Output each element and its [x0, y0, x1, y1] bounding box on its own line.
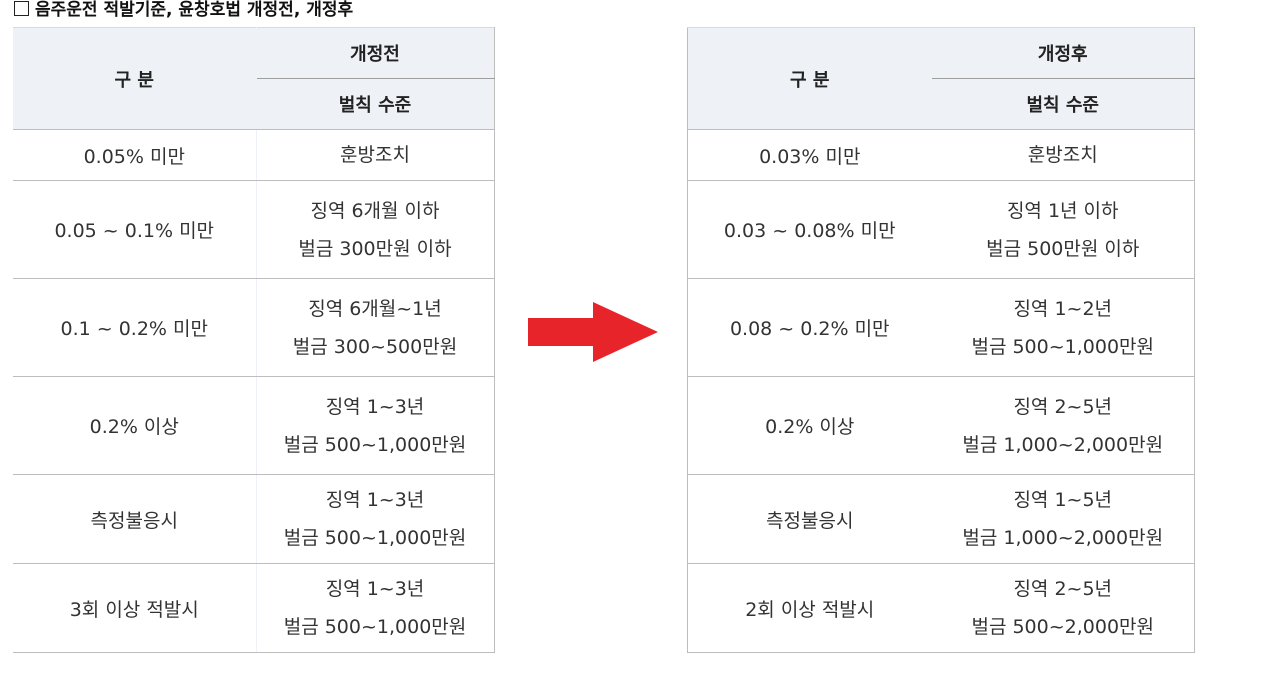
penalty-cell: 징역 1~3년벌금 500~1,000만원	[256, 474, 495, 564]
penalty-line: 징역 1~2년	[1013, 297, 1113, 320]
criterion-cell: 0.05% 미만	[13, 129, 257, 181]
penalty-line: 징역 1~3년	[325, 489, 425, 511]
table-row: 0.03 ~ 0.08% 미만 징역 1년 이하벌금 500만원 이하	[687, 180, 1195, 279]
penalty-line: 징역 1~3년	[325, 578, 425, 600]
after-col2-header: 개정후	[931, 27, 1195, 79]
penalty-line: 징역 2~5년	[1013, 578, 1113, 600]
criterion-cell: 0.08 ~ 0.2% 미만	[687, 278, 932, 377]
section-title: 음주운전 적발기준, 윤창호법 개정전, 개정후	[14, 0, 353, 21]
table-row: 0.05 ~ 0.1% 미만 징역 6개월 이하벌금 300만원 이하	[13, 180, 495, 279]
criterion-cell: 측정불응시	[13, 474, 257, 564]
after-table: 구 분 개정후 벌칙 수준 0.03% 미만 훈방조치 0.03 ~ 0.08%…	[687, 27, 1195, 653]
before-table: 구 분 개정전 벌칙 수준 0.05% 미만 훈방조치 0.05 ~ 0.1% …	[13, 27, 495, 653]
penalty-cell: 징역 1~3년벌금 500~1,000만원	[256, 563, 495, 653]
criterion-cell: 0.2% 이상	[13, 376, 257, 475]
penalty-cell: 징역 6개월~1년벌금 300~500만원	[256, 278, 495, 377]
penalty-line: 징역 6개월 이하	[310, 199, 440, 222]
penalty-line: 벌금 500만원 이하	[986, 237, 1140, 260]
after-col2-subheader: 벌칙 수준	[931, 78, 1195, 130]
before-col2-subheader: 벌칙 수준	[256, 78, 495, 130]
table-row: 2회 이상 적발시 징역 2~5년벌금 500~2,000만원	[687, 563, 1195, 653]
table-row: 0.2% 이상 징역 1~3년벌금 500~1,000만원	[13, 376, 495, 475]
penalty-cell: 징역 1~5년벌금 1,000~2,000만원	[931, 474, 1195, 564]
criterion-cell: 0.03% 미만	[687, 129, 932, 181]
penalty-cell: 징역 2~5년벌금 1,000~2,000만원	[931, 376, 1195, 475]
penalty-line: 징역 1년 이하	[1006, 199, 1119, 222]
penalty-cell: 징역 2~5년벌금 500~2,000만원	[931, 563, 1195, 653]
checkbox-icon	[14, 1, 29, 16]
criterion-cell: 0.03 ~ 0.08% 미만	[687, 180, 932, 279]
after-col1-header: 구 분	[687, 27, 932, 130]
penalty-line: 징역 6개월~1년	[308, 297, 442, 320]
penalty-line: 훈방조치	[1027, 144, 1098, 166]
table-row: 0.03% 미만 훈방조치	[687, 129, 1195, 181]
penalty-line: 벌금 300~500만원	[292, 335, 458, 358]
table-row: 0.05% 미만 훈방조치	[13, 129, 495, 181]
table-row: 3회 이상 적발시 징역 1~3년벌금 500~1,000만원	[13, 563, 495, 653]
section-title-text: 음주운전 적발기준, 윤창호법 개정전, 개정후	[35, 0, 354, 20]
before-col2-header: 개정전	[256, 27, 495, 79]
penalty-line: 징역 1~3년	[325, 395, 425, 418]
penalty-cell: 징역 1~2년벌금 500~1,000만원	[931, 278, 1195, 377]
table-row: 측정불응시 징역 1~3년벌금 500~1,000만원	[13, 474, 495, 564]
criterion-cell: 측정불응시	[687, 474, 932, 564]
criterion-cell: 0.1 ~ 0.2% 미만	[13, 278, 257, 377]
penalty-line: 벌금 500~1,000만원	[283, 616, 467, 638]
table-row: 0.2% 이상 징역 2~5년벌금 1,000~2,000만원	[687, 376, 1195, 475]
penalty-line: 징역 1~5년	[1013, 489, 1113, 511]
criterion-cell: 0.05 ~ 0.1% 미만	[13, 180, 257, 279]
before-col1-header: 구 분	[13, 27, 257, 130]
penalty-cell: 훈방조치	[256, 129, 495, 181]
penalty-line: 벌금 1,000~2,000만원	[962, 433, 1164, 456]
penalty-line: 벌금 1,000~2,000만원	[962, 527, 1164, 549]
penalty-line: 징역 2~5년	[1013, 395, 1113, 418]
penalty-line: 벌금 500~2,000만원	[971, 616, 1155, 638]
penalty-line: 벌금 500~1,000만원	[971, 335, 1155, 358]
right-arrow-icon	[528, 302, 658, 362]
penalty-cell: 훈방조치	[931, 129, 1195, 181]
criterion-cell: 2회 이상 적발시	[687, 563, 932, 653]
table-row: 측정불응시 징역 1~5년벌금 1,000~2,000만원	[687, 474, 1195, 564]
penalty-cell: 징역 1년 이하벌금 500만원 이하	[931, 180, 1195, 279]
table-row: 0.1 ~ 0.2% 미만 징역 6개월~1년벌금 300~500만원	[13, 278, 495, 377]
penalty-line: 벌금 300만원 이하	[298, 237, 452, 260]
penalty-line: 훈방조치	[340, 144, 410, 166]
penalty-line: 벌금 500~1,000만원	[283, 433, 467, 456]
criterion-cell: 3회 이상 적발시	[13, 563, 257, 653]
table-row: 0.08 ~ 0.2% 미만 징역 1~2년벌금 500~1,000만원	[687, 278, 1195, 377]
penalty-cell: 징역 1~3년벌금 500~1,000만원	[256, 376, 495, 475]
penalty-cell: 징역 6개월 이하벌금 300만원 이하	[256, 180, 495, 279]
criterion-cell: 0.2% 이상	[687, 376, 932, 475]
penalty-line: 벌금 500~1,000만원	[283, 527, 467, 549]
